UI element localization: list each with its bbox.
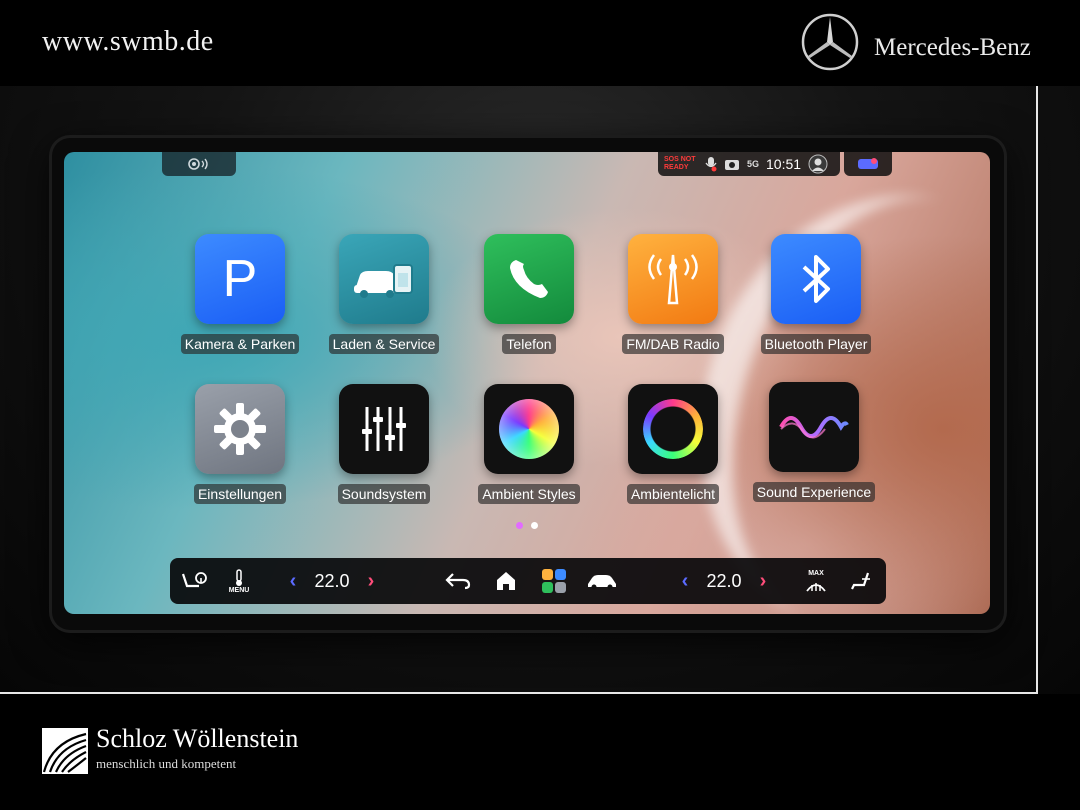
climate-menu-label: MENU — [228, 586, 250, 594]
color-ring-icon — [643, 399, 703, 459]
app-icon-tile — [195, 384, 285, 474]
user-profile-icon[interactable] — [808, 154, 828, 174]
phone-icon — [510, 260, 548, 298]
footer: Schloz Wöllenstein menschlich und kompet… — [0, 694, 1080, 810]
max-label: MAX — [808, 569, 824, 577]
app-icon-tile — [769, 382, 859, 472]
camera-icon — [725, 160, 739, 170]
thermometer-icon — [236, 568, 242, 586]
app-radio[interactable]: FM/DAB Radio — [613, 234, 733, 374]
app-icon-tile — [771, 234, 861, 324]
website-url[interactable]: www.swmb.de — [42, 26, 214, 58]
app-ambient-styles[interactable]: Ambient Styles — [469, 384, 589, 524]
color-sphere-icon — [499, 399, 559, 459]
app-kamera-parken[interactable]: P Kamera & Parken — [180, 234, 300, 374]
notification-icon — [858, 158, 878, 169]
voice-assistant-icon — [188, 158, 208, 170]
seat-steering-heat-icon — [181, 572, 207, 588]
app-grid-icon — [542, 569, 566, 593]
microphone-muted-icon[interactable] — [705, 156, 717, 172]
radio-tower-icon — [648, 254, 698, 305]
notification-chip[interactable] — [844, 152, 892, 176]
frame-border-right — [1036, 86, 1038, 692]
seat-icon — [851, 572, 870, 590]
car-service-icon — [354, 264, 413, 298]
parking-icon: P — [222, 250, 258, 308]
brand-name: Mercedes-Benz — [874, 34, 1031, 61]
equalizer-icon — [362, 407, 406, 451]
dealer-name: Schloz Wöllenstein — [96, 724, 299, 753]
seat-climate-button[interactable] — [176, 564, 212, 598]
app-grid-button[interactable] — [536, 564, 572, 598]
home-button[interactable] — [488, 564, 524, 598]
app-icon-tile — [628, 234, 718, 324]
app-soundsystem[interactable]: Soundsystem — [324, 384, 444, 524]
dealer-tagline: menschlich und kompetent — [96, 756, 237, 771]
app-icon-tile — [484, 234, 574, 324]
back-button[interactable] — [440, 564, 476, 598]
status-bar: SOS NOT READY 5G 10:51 — [658, 152, 840, 176]
app-icon-tile — [628, 384, 718, 474]
left-temp-up-button[interactable]: › — [360, 564, 382, 598]
app-label: FM/DAB Radio — [622, 334, 724, 354]
defrost-icon — [806, 582, 826, 592]
sound-wave-icon — [779, 416, 849, 439]
page-dot-active[interactable] — [516, 522, 523, 529]
home-icon — [497, 572, 515, 590]
right-temp-up-button[interactable]: › — [752, 564, 774, 598]
app-ambientelicht[interactable]: Ambientelicht — [613, 384, 733, 524]
seat-adjust-button[interactable] — [844, 564, 880, 598]
app-sound-experience[interactable]: Sound Experience — [752, 382, 876, 522]
left-temperature: 22.0 — [314, 570, 350, 591]
app-label: Einstellungen — [193, 484, 287, 504]
sos-status: SOS NOT READY — [664, 156, 696, 171]
vehicle-button[interactable] — [582, 564, 622, 598]
app-label: Kamera & Parken — [180, 334, 300, 354]
clock: 10:51 — [766, 156, 802, 172]
app-label: Telefon — [502, 334, 556, 354]
app-label: Bluetooth Player — [760, 334, 872, 354]
network-indicator: 5G — [747, 159, 760, 169]
max-defrost-button[interactable]: MAX — [798, 564, 834, 598]
app-bluetooth-player[interactable]: Bluetooth Player — [756, 234, 876, 374]
app-label: Laden & Service — [328, 334, 440, 354]
dealer-logo-icon — [42, 728, 88, 774]
app-einstellungen[interactable]: Einstellungen — [180, 384, 300, 524]
left-temp-down-button[interactable]: ‹ — [282, 564, 304, 598]
app-label: Sound Experience — [752, 482, 876, 502]
brand-logo: Mercedes-Benz — [800, 12, 1070, 74]
header-bar: www.swmb.de Mercedes-Benz — [0, 0, 1080, 86]
climate-menu-button[interactable]: MENU — [222, 564, 256, 598]
app-icon-tile — [339, 384, 429, 474]
app-label: Ambientelicht — [626, 484, 720, 504]
voice-assistant-chip[interactable] — [162, 152, 236, 176]
app-label: Ambient Styles — [478, 484, 580, 504]
gear-icon — [214, 403, 266, 455]
page-dot[interactable] — [531, 522, 538, 529]
app-label: Soundsystem — [337, 484, 431, 504]
app-telefon[interactable]: Telefon — [469, 234, 589, 374]
car-icon — [588, 575, 616, 590]
bluetooth-icon — [802, 255, 830, 303]
mercedes-star-icon — [801, 13, 859, 71]
app-icon-tile — [484, 384, 574, 474]
app-laden-service[interactable]: Laden & Service — [324, 234, 444, 374]
back-arrow-icon — [445, 573, 471, 590]
page-indicator — [516, 522, 538, 529]
right-temp-down-button[interactable]: ‹ — [674, 564, 696, 598]
infotainment-screen: SOS NOT READY 5G 10:51 P Kamera & Parken — [64, 152, 990, 614]
app-icon-tile — [339, 234, 429, 324]
app-icon-tile: P — [195, 234, 285, 324]
right-temperature: 22.0 — [706, 570, 742, 591]
climate-dock: MENU ‹ 22.0 › ‹ 22.0 › MAX — [170, 558, 886, 604]
